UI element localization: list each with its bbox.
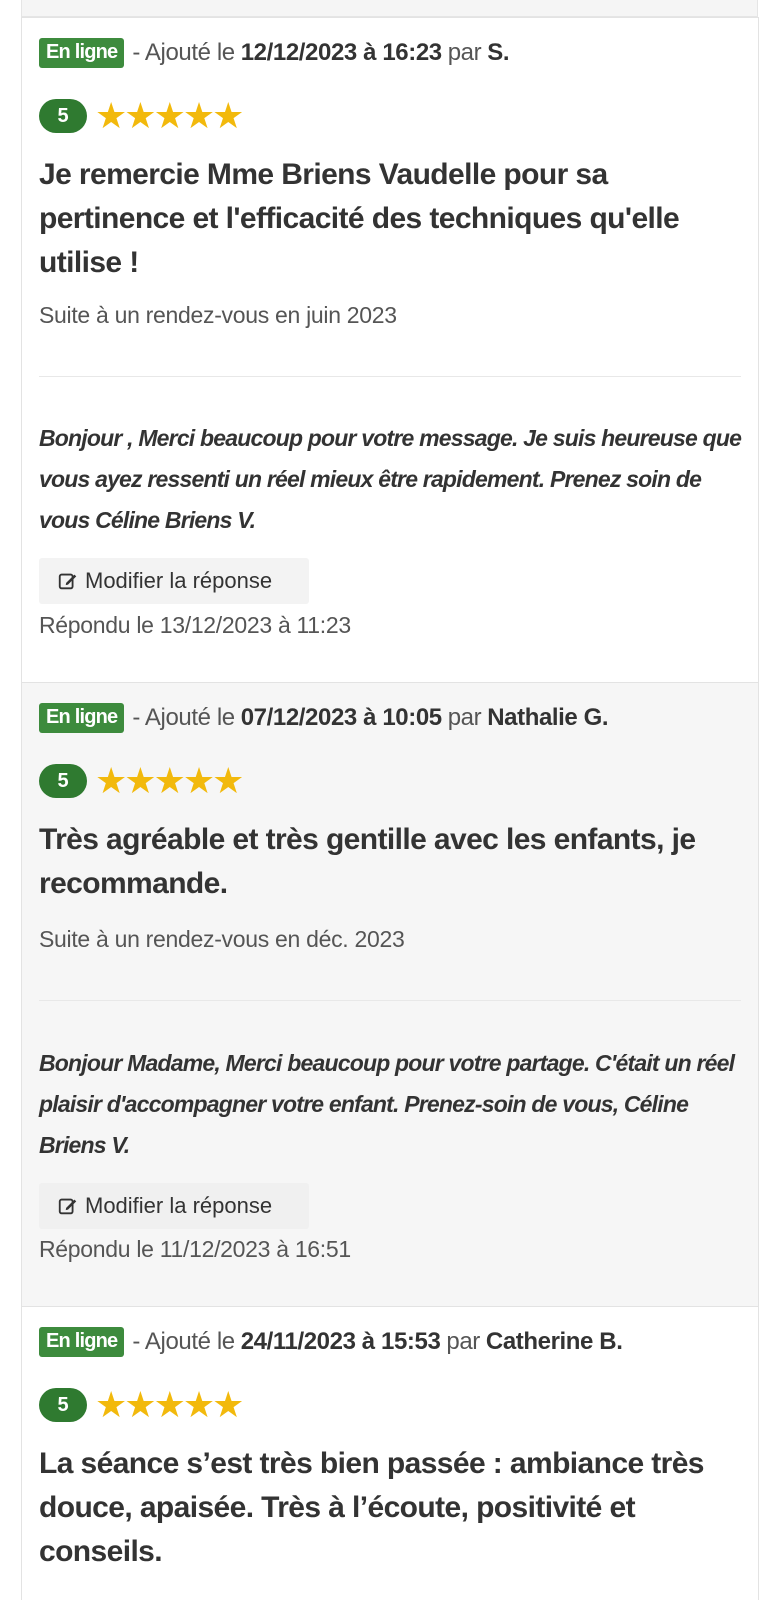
star-icon: ★ xyxy=(212,1384,244,1425)
status-badge: En ligne xyxy=(39,1327,125,1357)
status-badge: En ligne xyxy=(39,38,125,68)
edit-icon xyxy=(58,1198,77,1215)
review-title: Très agréable et très gentille avec les … xyxy=(39,823,696,900)
edit-reply-label: Modifier la réponse xyxy=(85,1193,273,1218)
star-icon: ★ xyxy=(182,1384,215,1425)
star-icon: ★ xyxy=(153,95,186,136)
edit-reply-button[interactable]: Modifier la réponse xyxy=(39,1183,309,1229)
star-icon: ★ xyxy=(182,95,215,136)
added-label: - Ajouté le xyxy=(132,39,235,66)
practitioner-reply: Bonjour Madame, Merci beaucoup pour votr… xyxy=(39,1050,735,1158)
score-badge: 5 xyxy=(39,1388,87,1422)
added-label: - Ajouté le xyxy=(132,1328,235,1355)
review-meta: En ligne - Ajouté le 07/12/2023 à 10:05 … xyxy=(39,703,614,733)
divider xyxy=(39,376,741,377)
visit-info: Suite à un rendez-vous en juin 2023 xyxy=(39,302,397,328)
star-icon: ★ xyxy=(124,1384,156,1425)
added-label: - Ajouté le xyxy=(132,704,235,731)
by-label: par xyxy=(446,1328,480,1355)
star-icon: ★ xyxy=(182,760,215,801)
status-badge: En ligne xyxy=(39,703,125,733)
review-date: 07/12/2023 à 10:05 xyxy=(240,704,442,731)
edit-reply-button[interactable]: Modifier la réponse xyxy=(39,558,309,604)
practitioner-reply: Bonjour , Merci beaucoup pour votre mess… xyxy=(39,425,742,533)
visit-info: Suite à un rendez-vous en déc. 2023 xyxy=(39,926,405,952)
star-icon: ★ xyxy=(124,760,156,801)
star-rating: ★ ★ ★ ★ ★ xyxy=(95,1384,244,1425)
review-meta: En ligne - Ajouté le 24/11/2023 à 15:53 … xyxy=(39,1327,628,1357)
rating: 5 ★ ★ ★ ★ ★ xyxy=(39,760,244,801)
review-author: Catherine B. xyxy=(485,1328,623,1355)
review-date: 12/12/2023 à 16:23 xyxy=(240,39,442,66)
by-label: par xyxy=(447,704,482,731)
reviews-page: En ligne - Ajouté le 12/12/2023 à 16:23 … xyxy=(0,0,774,1600)
answered-date: Répondu le 13/12/2023 à 11:23 xyxy=(39,612,351,638)
star-rating: ★ ★ ★ ★ ★ xyxy=(95,95,244,136)
star-icon: ★ xyxy=(153,760,186,801)
previous-review-edge xyxy=(21,0,758,17)
edit-reply-label: Modifier la réponse xyxy=(85,568,273,593)
star-icon: ★ xyxy=(95,95,127,136)
answered-date: Répondu le 11/12/2023 à 16:51 xyxy=(39,1236,351,1262)
review-card: En ligne - Ajouté le 07/12/2023 à 10:05 … xyxy=(21,682,759,1307)
star-icon: ★ xyxy=(95,1384,127,1425)
divider xyxy=(39,1000,741,1001)
review-author: Nathalie G. xyxy=(487,704,609,731)
star-icon: ★ xyxy=(153,1384,186,1425)
by-label: par xyxy=(447,39,482,66)
review-card: En ligne - Ajouté le 24/11/2023 à 15:53 … xyxy=(21,1306,759,1600)
rating: 5 ★ ★ ★ ★ ★ xyxy=(39,95,244,136)
review-card: En ligne - Ajouté le 12/12/2023 à 16:23 … xyxy=(21,17,759,683)
edit-icon xyxy=(58,573,77,590)
star-icon: ★ xyxy=(212,760,244,801)
star-icon: ★ xyxy=(95,760,127,801)
star-icon: ★ xyxy=(124,95,156,136)
rating: 5 ★ ★ ★ ★ ★ xyxy=(39,1384,244,1425)
star-icon: ★ xyxy=(212,95,244,136)
review-title: La séance s’est très bien passée : ambia… xyxy=(39,1447,705,1568)
score-badge: 5 xyxy=(39,764,87,798)
review-meta: En ligne - Ajouté le 12/12/2023 à 16:23 … xyxy=(39,38,515,68)
review-date: 24/11/2023 à 15:53 xyxy=(240,1328,441,1355)
score-badge: 5 xyxy=(39,99,87,133)
star-rating: ★ ★ ★ ★ ★ xyxy=(95,760,244,801)
review-author: S. xyxy=(487,39,510,66)
review-title: Je remercie Mme Briens Vaudelle pour sa … xyxy=(39,158,680,279)
